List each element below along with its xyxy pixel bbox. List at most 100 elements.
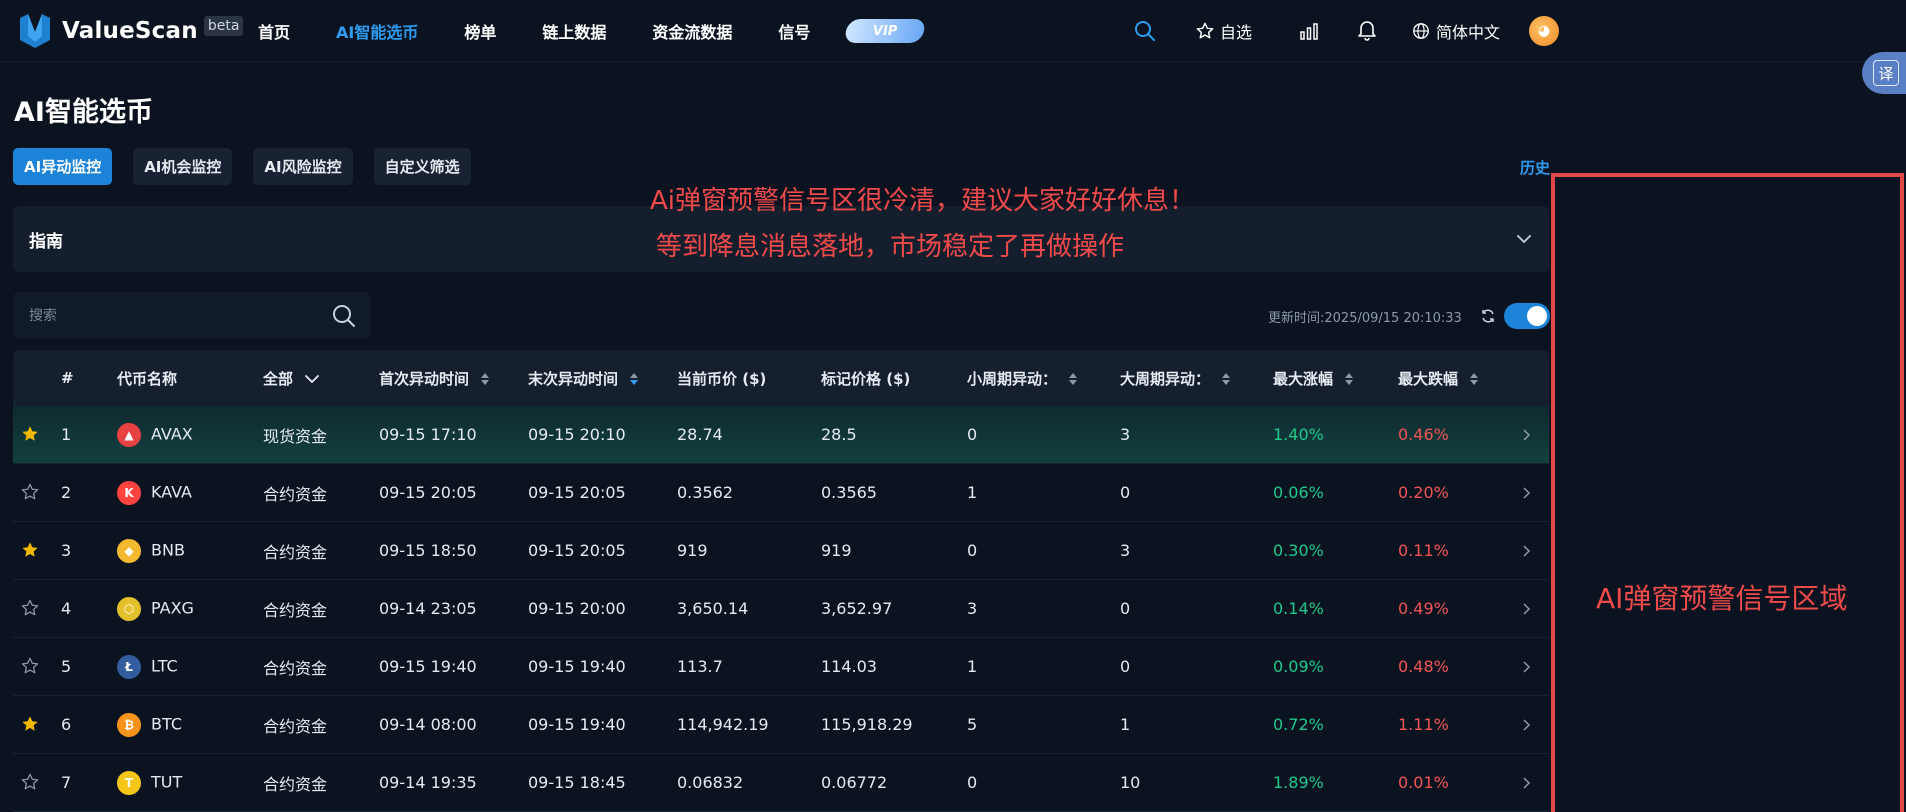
cell-long-cycle-anomaly: 3 — [1120, 541, 1131, 560]
cell-token-name[interactable]: T TUT — [117, 770, 182, 795]
main-nav: 首页 AI智能选币 榜单 链上数据 资金流数据 信号 VIP — [258, 0, 927, 62]
star-outline-icon — [1196, 22, 1214, 39]
cell-fund-type: 合约资金 — [263, 542, 328, 562]
btc-logo-icon: ₿ — [117, 712, 141, 737]
table-row[interactable]: Ł LTC 5 合约资金 09-15 19:40 09-15 19:40 113.7 114.… — [13, 638, 1549, 696]
col-fund-type-filter[interactable]: 全部 — [263, 368, 320, 389]
tab-ai-anomaly-monitor[interactable]: AI异动监控 — [13, 148, 113, 185]
table-row[interactable]: ◆ BNB 3 合约资金 09-15 18:50 09-15 20:05 919 919 0 3 0… — [13, 522, 1549, 580]
chevron-right-icon[interactable] — [1519, 601, 1533, 620]
star-filled-icon[interactable] — [21, 425, 39, 447]
col-short-cycle-anomaly[interactable]: 小周期异动： — [967, 368, 1078, 389]
chevron-right-icon[interactable] — [1519, 427, 1533, 446]
cell-max-fall: 1.11% — [1398, 715, 1449, 734]
nav-item-fund-flow-data[interactable]: 资金流数据 — [652, 19, 732, 43]
search-input[interactable] — [13, 292, 313, 339]
cell-max-rise: 0.06% — [1273, 483, 1324, 502]
refresh-icon[interactable] — [1480, 308, 1496, 324]
paxg-logo-icon: ⬡ — [117, 596, 141, 621]
beta-badge: beta — [203, 15, 244, 36]
col-last-anomaly-time[interactable]: 末次异动时间 — [528, 368, 639, 389]
cell-index: 4 — [61, 599, 72, 618]
token-symbol: LTC — [151, 656, 178, 675]
brand-name: ValueScan — [62, 17, 198, 44]
cell-token-name[interactable]: K KAVA — [117, 480, 192, 505]
cell-first-anomaly-time: 09-14 23:05 — [379, 599, 477, 618]
tab-custom-filter[interactable]: 自定义筛选 — [373, 148, 471, 185]
auto-refresh-toggle[interactable] — [1504, 303, 1550, 329]
star-filled-icon[interactable] — [21, 541, 39, 563]
anomaly-table: # 代币名称 全部 首次异动时间 末次异动时间 当前币价 ($) 标记价格 ($… — [13, 350, 1549, 812]
chart-icon[interactable] — [1296, 18, 1322, 44]
chevron-right-icon[interactable] — [1519, 659, 1533, 678]
cell-first-anomaly-time: 09-14 08:00 — [379, 715, 477, 734]
table-row[interactable]: T TUT 7 合约资金 09-14 19:35 09-15 18:45 0.06832 0.… — [13, 754, 1549, 812]
chevron-right-icon[interactable] — [1519, 775, 1533, 794]
table-row[interactable]: ₿ BTC 6 合约资金 09-14 08:00 09-15 19:40 114,942.1… — [13, 696, 1549, 754]
token-symbol: AVAX — [151, 424, 193, 443]
language-selector[interactable]: 简体中文 — [1412, 18, 1500, 44]
watchlist-label: 自选 — [1220, 23, 1253, 42]
chevron-right-icon[interactable] — [1519, 485, 1533, 504]
cell-short-cycle-anomaly: 0 — [967, 425, 978, 444]
search-icon[interactable] — [1132, 18, 1158, 44]
cell-token-name[interactable]: ▲ AVAX — [117, 422, 193, 447]
translate-button[interactable]: 译 — [1862, 52, 1906, 94]
cell-last-anomaly-time: 09-15 20:05 — [528, 541, 626, 560]
cell-index: 1 — [61, 425, 72, 444]
cell-token-name[interactable]: ◆ BNB — [117, 538, 185, 563]
globe-icon — [1413, 23, 1429, 39]
col-first-anomaly-time[interactable]: 首次异动时间 — [379, 368, 490, 389]
search-icon[interactable] — [331, 303, 357, 329]
brand-logo[interactable]: ValueScan beta — [20, 13, 258, 48]
cell-first-anomaly-time: 09-14 19:35 — [379, 773, 477, 792]
col-long-cycle-anomaly[interactable]: 大周期异动： — [1120, 368, 1231, 389]
cell-token-name[interactable]: Ł LTC — [117, 654, 178, 679]
nav-item-rankings[interactable]: 榜单 — [464, 19, 496, 43]
cell-mark-price: 115,918.29 — [821, 715, 913, 734]
cell-current-price: 0.3562 — [677, 483, 733, 502]
col-max-fall[interactable]: 最大跌幅 — [1398, 368, 1479, 389]
table-row[interactable]: ▲ AVAX 1 现货资金 09-15 17:10 09-15 20:10 28.74 28.… — [13, 406, 1549, 464]
nav-item-home[interactable]: 首页 — [258, 19, 290, 43]
cell-index: 5 — [61, 657, 72, 676]
cell-mark-price: 114.03 — [821, 657, 877, 676]
tut-logo-icon: T — [117, 770, 141, 795]
cell-max-fall: 0.46% — [1398, 425, 1449, 444]
cell-max-rise: 0.14% — [1273, 599, 1324, 618]
monitor-tabs: AI异动监控 AI机会监控 AI风险监控 自定义筛选 — [13, 148, 492, 185]
cell-token-name[interactable]: ₿ BTC — [117, 712, 182, 737]
history-link[interactable]: 历史 — [1520, 157, 1550, 178]
cell-token-name[interactable]: ⬡ PAXG — [117, 596, 194, 621]
cell-max-rise: 0.09% — [1273, 657, 1324, 676]
table-row[interactable]: K KAVA 2 合约资金 09-15 20:05 09-15 20:05 0.3562 0.… — [13, 464, 1549, 522]
tab-ai-risk-monitor[interactable]: AI风险监控 — [253, 148, 353, 185]
star-outline-icon[interactable] — [21, 657, 39, 679]
sort-icon — [1222, 373, 1231, 385]
table-row[interactable]: ⬡ PAXG 4 合约资金 09-14 23:05 09-15 20:00 3,650.14… — [13, 580, 1549, 638]
cell-first-anomaly-time: 09-15 18:50 — [379, 541, 477, 560]
nav-item-onchain-data[interactable]: 链上数据 — [542, 19, 606, 43]
user-avatar[interactable]: ◕ — [1529, 16, 1559, 46]
cell-long-cycle-anomaly: 0 — [1120, 599, 1131, 618]
col-max-rise[interactable]: 最大涨幅 — [1273, 368, 1354, 389]
star-outline-icon[interactable] — [21, 773, 39, 795]
tab-ai-opportunity-monitor[interactable]: AI机会监控 — [133, 148, 233, 185]
cell-mark-price: 3,652.97 — [821, 599, 893, 618]
cell-max-fall: 0.20% — [1398, 483, 1449, 502]
star-outline-icon[interactable] — [21, 599, 39, 621]
star-filled-icon[interactable] — [21, 715, 39, 737]
cell-last-anomaly-time: 09-15 20:10 — [528, 425, 626, 444]
nav-item-ai-coin-picker[interactable]: AI智能选币 — [336, 19, 418, 43]
sort-icon — [481, 373, 490, 385]
watchlist-button[interactable]: 自选 — [1196, 18, 1252, 44]
cell-current-price: 3,650.14 — [677, 599, 749, 618]
star-outline-icon[interactable] — [21, 483, 39, 505]
nav-item-signals[interactable]: 信号 — [778, 19, 810, 43]
chevron-right-icon[interactable] — [1519, 717, 1533, 736]
bell-icon[interactable] — [1354, 17, 1380, 43]
table-body: ▲ AVAX 1 现货资金 09-15 17:10 09-15 20:10 28.74 28.… — [13, 406, 1549, 812]
cell-fund-type: 合约资金 — [263, 716, 328, 736]
vip-badge[interactable]: VIP — [843, 18, 927, 43]
chevron-right-icon[interactable] — [1519, 543, 1533, 562]
